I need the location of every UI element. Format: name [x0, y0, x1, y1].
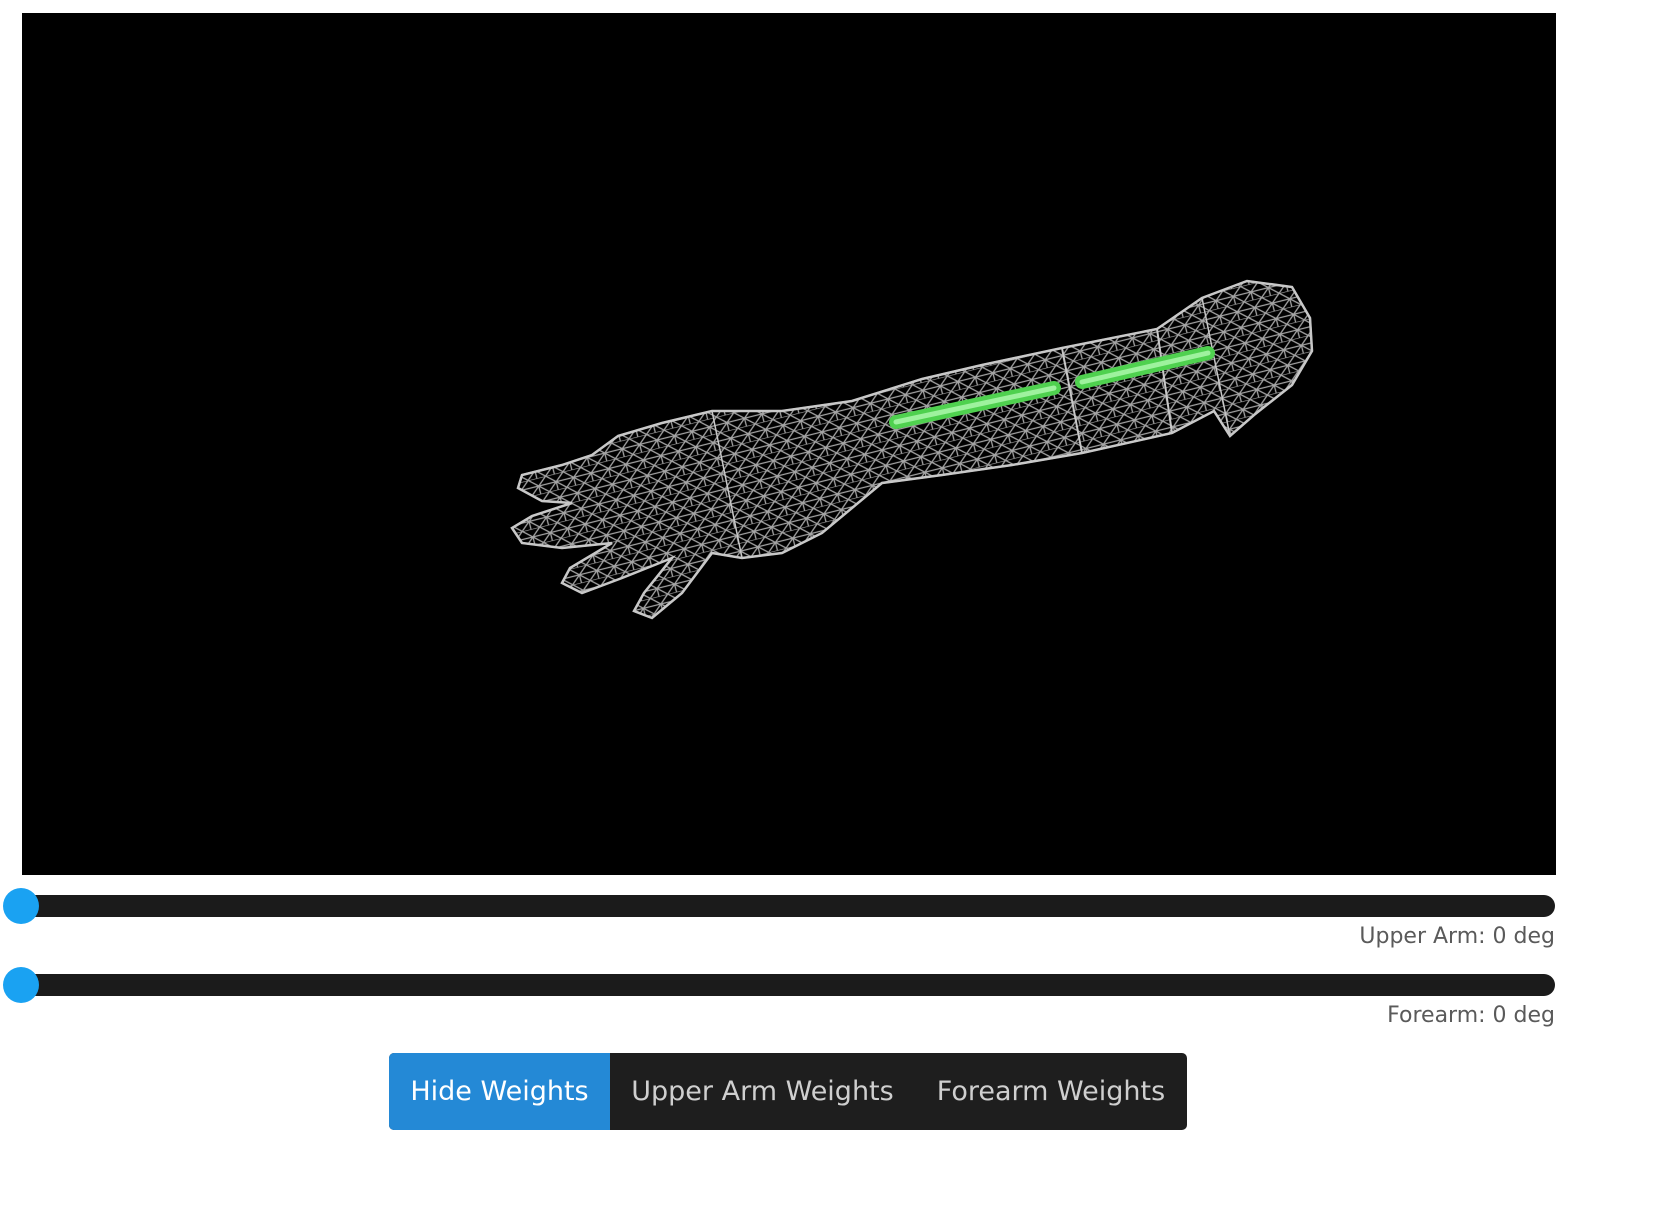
slider-track[interactable] — [21, 974, 1555, 996]
arm-mesh — [510, 279, 1314, 620]
hide-weights-button[interactable]: Hide Weights — [389, 1053, 610, 1130]
upper-arm-weights-button[interactable]: Upper Arm Weights — [610, 1053, 915, 1130]
slider-thumb[interactable] — [3, 967, 39, 1003]
slider-track[interactable] — [21, 895, 1555, 917]
forearm-angle-label: Forearm: 0 deg — [1387, 1003, 1555, 1028]
forearm-weights-button[interactable]: Forearm Weights — [915, 1053, 1187, 1130]
weights-button-group: Hide Weights Upper Arm Weights Forearm W… — [389, 1053, 1187, 1130]
slider-thumb[interactable] — [3, 888, 39, 924]
upper-arm-slider[interactable] — [3, 886, 1555, 926]
arm-mesh-render — [510, 279, 1314, 620]
upper-arm-angle-label: Upper Arm: 0 deg — [1359, 924, 1555, 949]
3d-viewport[interactable] — [22, 13, 1556, 875]
forearm-slider[interactable] — [3, 965, 1555, 1005]
